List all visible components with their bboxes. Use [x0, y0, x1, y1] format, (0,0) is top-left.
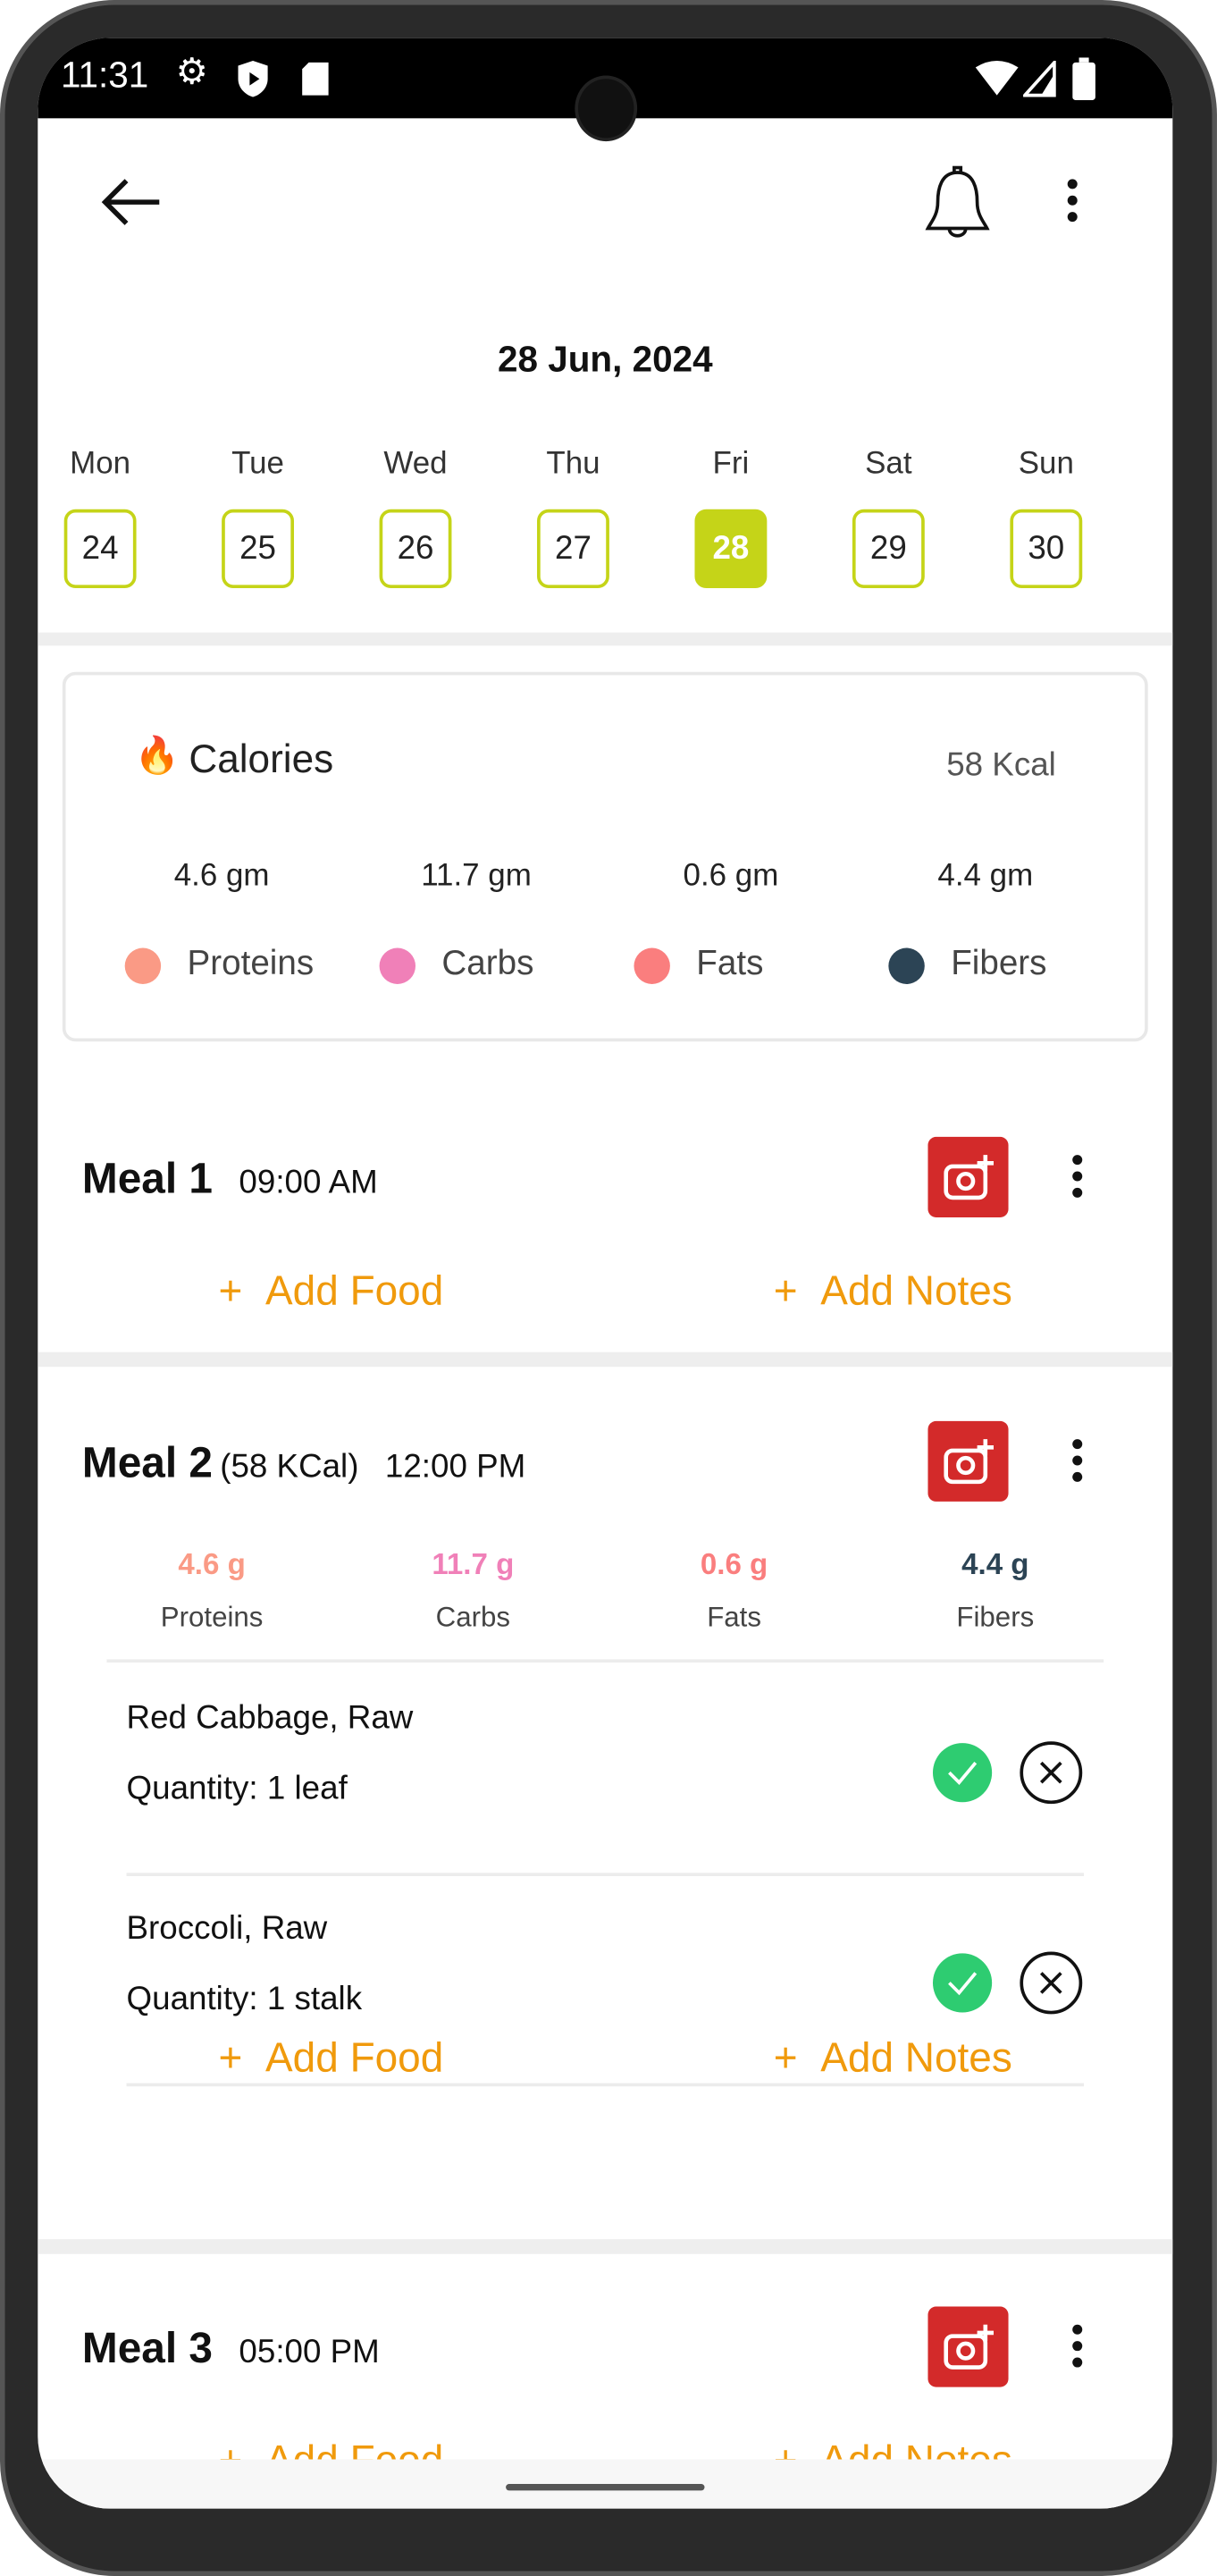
camera-add-icon	[943, 1154, 994, 1200]
macro-label: Fibers	[951, 944, 1047, 983]
bell-icon[interactable]	[921, 165, 994, 242]
day-25[interactable]: 25	[222, 509, 295, 589]
food-quantity: Quantity: 1 stalk	[126, 1981, 363, 2018]
day-26[interactable]: 26	[379, 509, 452, 589]
close-icon	[1039, 1761, 1062, 1784]
meal-title: Meal 2	[81, 1437, 214, 1487]
add-notes-button[interactable]: +Add Notes	[774, 1268, 1012, 1316]
more-vertical-icon[interactable]	[1066, 179, 1079, 223]
macro-value: 4.4 gm	[937, 859, 1034, 894]
add-photo-button[interactable]	[927, 2306, 1009, 2387]
signal-icon	[1023, 61, 1056, 97]
macro-label: Fats	[696, 944, 764, 983]
battery-icon	[1072, 57, 1095, 101]
day-28[interactable]: 28	[694, 509, 768, 589]
shield-play-icon	[238, 61, 268, 97]
calories-card: 🔥 Calories 58 Kcal 4.6 gm Proteins 11.7 gm…	[62, 671, 1148, 1042]
meal-macro-label: Carbs	[435, 1602, 511, 1633]
day-label-sat: Sat	[865, 446, 912, 482]
macro-dot	[124, 947, 162, 984]
section-divider	[38, 1351, 1173, 1368]
day-29[interactable]: 29	[852, 509, 925, 589]
meal-header: Meal 3 05:00 PM	[82, 2323, 380, 2374]
day-label-fri: Fri	[712, 446, 750, 482]
day-27[interactable]: 27	[537, 509, 609, 589]
meal-menu-icon[interactable]	[1070, 1155, 1084, 1198]
navigation-bar	[38, 2459, 1173, 2509]
check-icon	[948, 1761, 978, 1785]
meal-title: Meal 1	[81, 1153, 214, 1203]
gear-icon: ⚙	[175, 50, 208, 92]
meal-header: Meal 1 09:00 AM	[82, 1153, 378, 1204]
meal-macro-label: Fibers	[956, 1602, 1035, 1633]
meal-macro-value: 11.7 g	[432, 1547, 515, 1581]
meal-header: Meal 2 (58 KCal) 12:00 PM	[82, 1437, 525, 1488]
camera-add-icon	[943, 2323, 994, 2369]
close-icon	[1039, 1972, 1062, 1994]
check-icon	[948, 1972, 978, 1996]
meal-menu-icon[interactable]	[1070, 2324, 1084, 2368]
meal-time: 12:00 PM	[384, 1449, 526, 1486]
camera-add-icon	[943, 1438, 994, 1484]
macro-dot	[379, 947, 416, 984]
day-24[interactable]: 24	[63, 509, 137, 589]
meal-time: 09:00 AM	[239, 1165, 378, 1201]
add-photo-button[interactable]	[927, 1420, 1009, 1502]
macro-dot	[634, 947, 670, 984]
food-name: Broccoli, Raw	[126, 1910, 328, 1948]
meal-macro-value: 4.4 g	[961, 1547, 1029, 1581]
meal-macro-value: 0.6 g	[700, 1547, 768, 1581]
meal-kcal: (58 KCal)	[220, 1449, 359, 1486]
macro-value: 11.7 gm	[421, 859, 532, 894]
confirm-food-button[interactable]	[932, 1953, 993, 2013]
macro-dot	[888, 947, 925, 984]
front-camera	[575, 75, 638, 142]
meal-macro-value: 4.6 g	[178, 1547, 246, 1581]
meal-macro-label: Fats	[707, 1602, 761, 1633]
add-food-button[interactable]: +Add Food	[218, 2035, 443, 2083]
sd-card-icon	[302, 62, 329, 96]
divider	[126, 1873, 1085, 1876]
remove-food-button[interactable]	[1020, 1951, 1083, 2015]
add-notes-button[interactable]: +Add Notes	[774, 2035, 1012, 2083]
screen: 11:31 ⚙ 28 Jun, 2024 Mon 24 Tue 25 Wed 26 Thu 2…	[38, 38, 1173, 2509]
calories-label: Calories	[189, 737, 334, 782]
confirm-food-button[interactable]	[932, 1743, 993, 1803]
wifi-icon	[975, 61, 1019, 96]
add-photo-button[interactable]	[927, 1136, 1009, 1217]
macro-label: Carbs	[441, 944, 534, 983]
selected-date: 28 Jun, 2024	[498, 338, 713, 380]
arrow-left-icon[interactable]	[100, 176, 166, 229]
meal-menu-icon[interactable]	[1070, 1439, 1084, 1482]
day-label-wed: Wed	[383, 446, 448, 482]
day-label-sun: Sun	[1018, 446, 1074, 482]
day-label-thu: Thu	[546, 446, 600, 482]
meal-time: 05:00 PM	[239, 2334, 380, 2371]
food-quantity: Quantity: 1 leaf	[126, 1771, 348, 1807]
day-label-tue: Tue	[231, 446, 285, 482]
remove-food-button[interactable]	[1020, 1741, 1083, 1805]
macro-label: Proteins	[187, 944, 315, 983]
home-handle[interactable]	[506, 2484, 705, 2491]
macro-value: 4.6 gm	[173, 859, 270, 894]
fire-icon: 🔥	[134, 734, 180, 776]
divider	[126, 2083, 1085, 2087]
meal-macro-label: Proteins	[160, 1602, 264, 1633]
divider	[106, 1659, 1104, 1663]
day-label-mon: Mon	[70, 446, 131, 482]
section-divider	[38, 2239, 1173, 2254]
macro-value: 0.6 gm	[683, 859, 779, 894]
food-name: Red Cabbage, Raw	[126, 1700, 414, 1737]
day-30[interactable]: 30	[1010, 509, 1083, 589]
calories-value: 58 Kcal	[946, 747, 1056, 784]
divider	[38, 632, 1173, 646]
meal-title: Meal 3	[81, 2322, 214, 2373]
status-time: 11:31	[61, 54, 149, 96]
add-food-button[interactable]: +Add Food	[218, 1268, 443, 1316]
